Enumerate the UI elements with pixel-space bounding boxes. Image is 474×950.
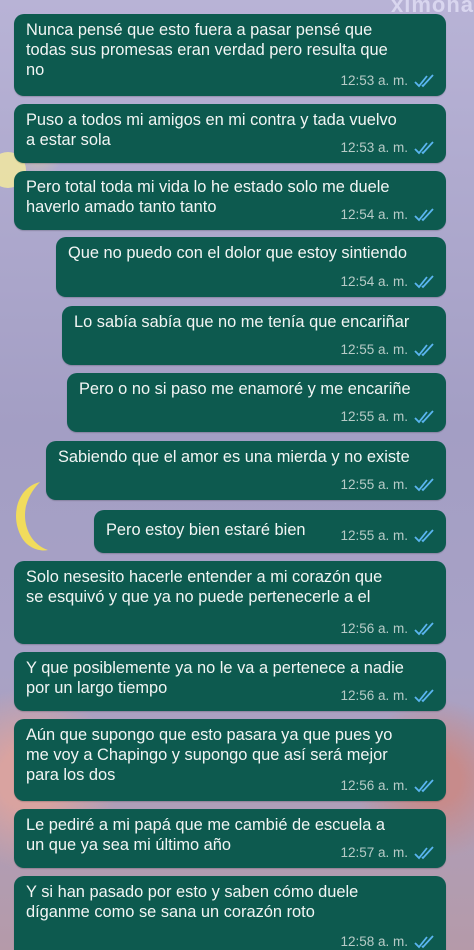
message-text: Sabiendo que el amor es una mierda y no … bbox=[58, 448, 410, 466]
message-time: 12:54 a. m. bbox=[340, 274, 408, 289]
double-check-read-icon bbox=[414, 74, 434, 88]
message-time: 12:55 a. m. bbox=[340, 477, 408, 492]
message-bubble[interactable]: Aún que supongo que esto pasara ya que p… bbox=[14, 719, 446, 801]
double-check-read-icon bbox=[414, 275, 434, 289]
message-bubble[interactable]: Lo sabía sabía que no me tenía que encar… bbox=[62, 306, 446, 365]
message-meta: 12:54 a. m. bbox=[340, 205, 436, 225]
message-meta: 12:56 a. m. bbox=[340, 619, 436, 639]
message-time: 12:58 a. m. bbox=[340, 934, 408, 949]
message-time: 12:57 a. m. bbox=[340, 845, 408, 860]
message-meta: 12:54 a. m. bbox=[340, 272, 436, 292]
message-bubble[interactable]: Pero o no si paso me enamoré y me encari… bbox=[67, 373, 446, 432]
message-meta: 12:55 a. m. bbox=[340, 475, 436, 495]
double-check-read-icon bbox=[414, 846, 434, 860]
double-check-read-icon bbox=[414, 622, 434, 636]
crescent-moon-decoration bbox=[16, 482, 48, 551]
message-bubble[interactable]: Y si han pasado por esto y saben cómo du… bbox=[14, 876, 446, 950]
message-meta: 12:55 a. m. bbox=[340, 340, 436, 360]
message-time: 12:54 a. m. bbox=[340, 207, 408, 222]
message-bubble[interactable]: Solo nesesito hacerle entender a mi cora… bbox=[14, 561, 446, 644]
double-check-read-icon bbox=[414, 343, 434, 357]
message-bubble[interactable]: Nunca pensé que esto fuera a pasar pensé… bbox=[14, 14, 446, 96]
message-meta: 12:53 a. m. bbox=[340, 71, 436, 91]
message-meta: 12:58 a. m. bbox=[340, 932, 436, 950]
double-check-read-icon bbox=[414, 779, 434, 793]
message-text: Y si han pasado por esto y saben cómo du… bbox=[26, 883, 359, 921]
message-meta: 12:56 a. m. bbox=[340, 776, 436, 796]
message-time: 12:56 a. m. bbox=[340, 621, 408, 636]
message-text: Que no puedo con el dolor que estoy sint… bbox=[68, 244, 407, 262]
double-check-read-icon bbox=[414, 410, 434, 424]
message-text: Lo sabía sabía que no me tenía que encar… bbox=[74, 313, 410, 331]
message-time: 12:56 a. m. bbox=[340, 778, 408, 793]
message-time: 12:55 a. m. bbox=[340, 528, 408, 543]
message-bubble[interactable]: Puso a todos mi amigos en mi contra y ta… bbox=[14, 104, 446, 163]
double-check-read-icon bbox=[414, 478, 434, 492]
message-meta: 12:56 a. m. bbox=[340, 686, 436, 706]
message-meta: 12:53 a. m. bbox=[340, 138, 436, 158]
message-bubble[interactable]: Sabiendo que el amor es una mierda y no … bbox=[46, 441, 446, 500]
message-bubble[interactable]: Y que posiblemente ya no le va a pertene… bbox=[14, 652, 446, 711]
message-time: 12:53 a. m. bbox=[340, 140, 408, 155]
message-text: Pero o no si paso me enamoré y me encari… bbox=[79, 380, 411, 398]
message-meta: 12:55 a. m. bbox=[340, 407, 436, 427]
double-check-read-icon bbox=[414, 208, 434, 222]
double-check-read-icon bbox=[414, 935, 434, 949]
double-check-read-icon bbox=[414, 529, 434, 543]
message-time: 12:56 a. m. bbox=[340, 688, 408, 703]
double-check-read-icon bbox=[414, 689, 434, 703]
double-check-read-icon bbox=[414, 141, 434, 155]
message-time: 12:53 a. m. bbox=[340, 73, 408, 88]
message-bubble[interactable]: Que no puedo con el dolor que estoy sint… bbox=[56, 237, 446, 297]
message-bubble[interactable]: Le pediré a mi papá que me cambié de esc… bbox=[14, 809, 446, 868]
message-meta: 12:55 a. m. bbox=[340, 526, 436, 546]
message-bubble[interactable]: Pero estoy bien estaré bien 12:55 a. m. bbox=[94, 510, 446, 553]
message-time: 12:55 a. m. bbox=[340, 409, 408, 424]
message-text: Solo nesesito hacerle entender a mi cora… bbox=[26, 568, 383, 606]
message-bubble[interactable]: Pero total toda mi vida lo he estado sol… bbox=[14, 171, 446, 230]
message-time: 12:55 a. m. bbox=[340, 342, 408, 357]
message-meta: 12:57 a. m. bbox=[340, 843, 436, 863]
